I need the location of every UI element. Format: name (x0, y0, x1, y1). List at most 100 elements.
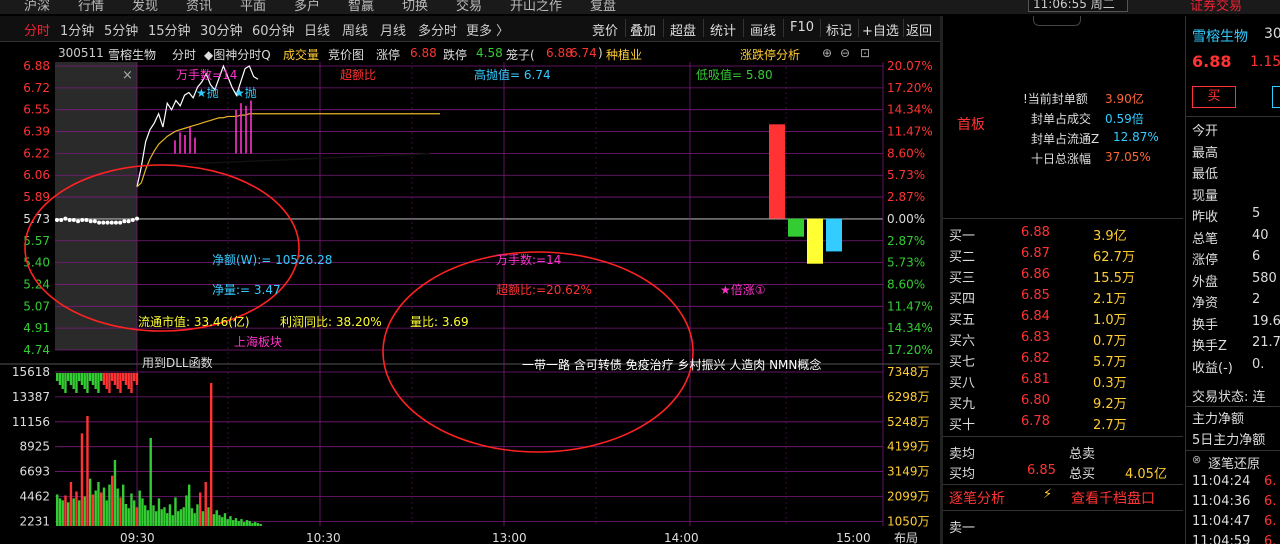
bid-row[interactable]: 买六 6.83 0.7万 (943, 329, 1183, 349)
volume-bar (149, 437, 152, 526)
f10-button[interactable]: F10 (790, 20, 814, 35)
main-net5-label[interactable]: 5日主力净额 (1192, 429, 1265, 449)
tick-price: 6. (1264, 474, 1277, 489)
menu-item[interactable]: 复盘 (590, 0, 616, 14)
tab-fenshi[interactable]: 分时 (24, 20, 50, 39)
back-button[interactable]: 返回 (906, 20, 932, 39)
quote-field-value: 2 (1252, 292, 1261, 307)
bid-row[interactable]: 买一 6.88 3.9亿 (943, 224, 1183, 244)
volume-bar (185, 495, 188, 526)
premarket-volume-bar (61, 373, 64, 389)
reference-line (149, 152, 431, 167)
overlay-button[interactable]: 叠加 (630, 20, 656, 39)
wanshou-top: 万手数=14 (176, 68, 238, 82)
volume-bar (226, 519, 229, 526)
menu-item[interactable]: 平面 (240, 0, 266, 14)
amount-tick-label: 4199万 (887, 440, 930, 454)
menu-item[interactable]: 智赢 (348, 0, 374, 14)
superplate-button[interactable]: 超盘 (670, 20, 696, 39)
tab-15min[interactable]: 15分钟 (148, 20, 191, 39)
menu-item[interactable]: 资讯 (186, 0, 212, 14)
bid-price: 6.83 (1021, 330, 1050, 345)
sell-avg-row: 卖均 总卖 (943, 442, 1183, 462)
bid-row[interactable]: 买九 6.80 9.2万 (943, 392, 1183, 412)
menu-item[interactable]: 发现 (132, 0, 158, 14)
menu-item[interactable]: 交易 (456, 0, 482, 14)
volume-bar (256, 523, 260, 526)
layout-label: 布局 (894, 531, 918, 544)
tab-multi[interactable]: 多分时 (418, 20, 457, 39)
tab-30min[interactable]: 30分钟 (200, 20, 243, 39)
bid-row[interactable]: 买八 6.81 0.3万 (943, 371, 1183, 391)
draw-button[interactable]: 画线 (750, 20, 776, 39)
price-tick-label: 6.06 (23, 168, 50, 182)
sell-button[interactable] (1272, 86, 1280, 108)
divider (943, 436, 1183, 437)
menu-item[interactable]: 开山之作 (510, 0, 562, 14)
volume-bar (108, 484, 111, 526)
main-net-label[interactable]: 主力净额 (1192, 408, 1244, 428)
tab-60min[interactable]: 60分钟 (252, 20, 295, 39)
bid-row[interactable]: 买三 6.86 15.5万 (943, 266, 1183, 286)
volume-bar (152, 505, 155, 526)
menu-item[interactable]: 行情 (78, 0, 104, 14)
bid-row[interactable]: 买七 6.82 5.7万 (943, 350, 1183, 370)
menu-item[interactable]: 多户 (294, 0, 320, 14)
volume-bar (163, 507, 166, 526)
view-depth-button[interactable]: 查看千档盘口 (1071, 488, 1155, 508)
toolbar-divider (703, 19, 704, 37)
auction-point (80, 217, 85, 222)
menu-item[interactable]: 沪深 (24, 0, 50, 14)
concept-tags[interactable]: 一带一路 含可转债 免疫治疗 乡村振兴 人造肉 NMN概念 (522, 356, 821, 373)
bid-row[interactable]: 买二 6.87 62.7万 (943, 245, 1183, 265)
auction-point (76, 219, 81, 224)
time-tick-label: 09:30 (120, 531, 155, 544)
volume-bar (215, 510, 218, 526)
tab-5min[interactable]: 5分钟 (104, 20, 138, 39)
tab-weekly[interactable]: 周线 (342, 20, 368, 39)
tab-1min[interactable]: 1分钟 (60, 20, 94, 39)
tab-monthly[interactable]: 月线 (380, 20, 406, 39)
quote-field-value: 0. (1252, 356, 1265, 372)
mark-button[interactable]: 标记 (826, 20, 852, 39)
volume-bar (171, 515, 174, 526)
quote-field-value: 5 (1252, 206, 1261, 221)
restore-icon[interactable]: ⊗ (1192, 453, 1201, 473)
quote-change: 1.15 (1250, 54, 1280, 70)
volume-bar (229, 516, 232, 526)
volume-bar (221, 517, 224, 526)
sector-board[interactable]: 上海板块 (234, 333, 282, 350)
premarket-volume-bar (130, 373, 133, 393)
premarket-volume-bar (116, 373, 119, 389)
average-line (136, 113, 440, 188)
volume-tick-label: 11156 (12, 415, 50, 429)
menu-item[interactable]: 切换 (402, 0, 428, 14)
bid-row[interactable]: 买四 6.85 2.1万 (943, 287, 1183, 307)
tab-daily[interactable]: 日线 (304, 20, 330, 39)
quote-field-value: 6 (1252, 249, 1261, 264)
tick-price: 6. (1264, 494, 1277, 509)
trade-link[interactable]: 证券交易 (1190, 0, 1242, 14)
tab-more[interactable]: 更多 〉 (466, 20, 509, 39)
tick-restore-label[interactable]: 逐笔还原 (1208, 453, 1260, 473)
buy-button[interactable]: 买 (1192, 86, 1236, 108)
premarket-volume-bar (67, 373, 70, 381)
seal-vs-float-value: 12.87% (1113, 130, 1159, 144)
bid-volume: 1.0万 (1093, 313, 1127, 328)
intraday-chart[interactable]: 6.88 20.07% 6.72 17.20% 6.55 14.34% 6.39 11.47%… (0, 58, 940, 544)
volume-bar (91, 494, 95, 526)
volume-bar (223, 513, 227, 526)
auction-button[interactable]: 竞价 (592, 20, 618, 39)
premarket-volume-bar (56, 373, 59, 381)
close-icon[interactable]: × (122, 68, 133, 83)
tick-analysis-button[interactable]: 逐笔分析 (949, 488, 1005, 508)
percent-tick-label: 2.87% (887, 190, 925, 204)
add-watchlist-button[interactable]: +自选 (862, 20, 899, 39)
volume-bar (190, 508, 194, 526)
bid-row[interactable]: 买五 6.84 1.0万 (943, 308, 1183, 328)
tick-time: 11:04:24 (1192, 474, 1251, 489)
stats-button[interactable]: 统计 (710, 20, 736, 39)
collapse-tab[interactable] (1033, 16, 1081, 26)
bid-row[interactable]: 买十 6.78 2.7万 (943, 413, 1183, 433)
bid-level-label: 买八 (949, 376, 976, 391)
